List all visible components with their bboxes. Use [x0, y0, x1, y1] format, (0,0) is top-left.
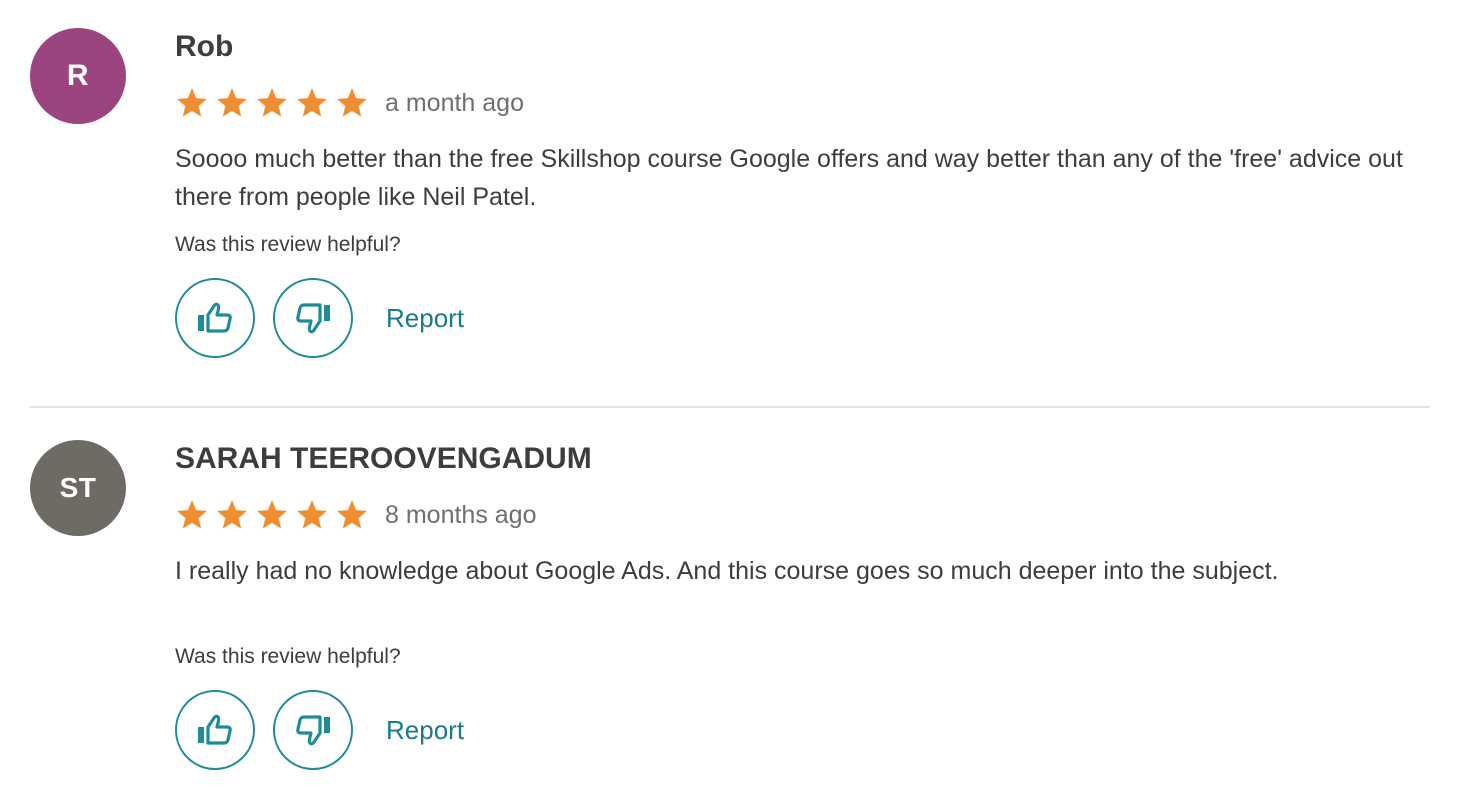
- review-text: I really had no knowledge about Google A…: [175, 557, 1279, 585]
- star-icon: [337, 500, 367, 529]
- star-icon: [217, 88, 247, 117]
- helpful-prompt: Was this review helpful?: [175, 233, 401, 256]
- star-icon: [297, 500, 327, 529]
- star-icon: [177, 88, 207, 117]
- star-icon: [177, 500, 207, 529]
- review-item: ST SARAH TEEROOVENGADUM 8 months ago I r…: [0, 412, 1472, 806]
- star-rating: [175, 86, 375, 120]
- avatar: ST: [30, 440, 126, 536]
- star-icon: [297, 88, 327, 117]
- review-text: Soooo much better than the free Skillsho…: [175, 145, 1403, 211]
- feedback-actions: Report: [175, 278, 464, 358]
- review-item: R Rob a month ago Soooo much better than…: [0, 0, 1472, 406]
- thumbs-up-icon: [198, 714, 232, 745]
- thumbs-down-icon: [296, 715, 330, 746]
- reviewer-name: SARAH TEEROOVENGADUM: [175, 442, 592, 475]
- reviewer-name: Rob: [175, 30, 234, 63]
- rating-row: a month ago: [175, 83, 524, 123]
- thumbs-down-icon: [296, 303, 330, 334]
- feedback-actions: Report: [175, 690, 464, 770]
- review-time: 8 months ago: [385, 500, 537, 529]
- rating-row: 8 months ago: [175, 495, 537, 535]
- star-icon: [337, 88, 367, 117]
- helpful-yes-button[interactable]: [175, 278, 255, 358]
- star-icon: [217, 500, 247, 529]
- helpful-yes-button[interactable]: [175, 690, 255, 770]
- report-link[interactable]: Report: [386, 303, 464, 334]
- helpful-no-button[interactable]: [273, 278, 353, 358]
- review-divider: [30, 406, 1430, 408]
- avatar: R: [30, 28, 126, 124]
- review-time: a month ago: [385, 88, 524, 117]
- star-rating: [175, 498, 375, 532]
- helpful-no-button[interactable]: [273, 690, 353, 770]
- star-icon: [257, 88, 287, 117]
- star-icon: [257, 500, 287, 529]
- helpful-prompt: Was this review helpful?: [175, 645, 401, 668]
- thumbs-up-icon: [198, 302, 232, 333]
- report-link[interactable]: Report: [386, 715, 464, 746]
